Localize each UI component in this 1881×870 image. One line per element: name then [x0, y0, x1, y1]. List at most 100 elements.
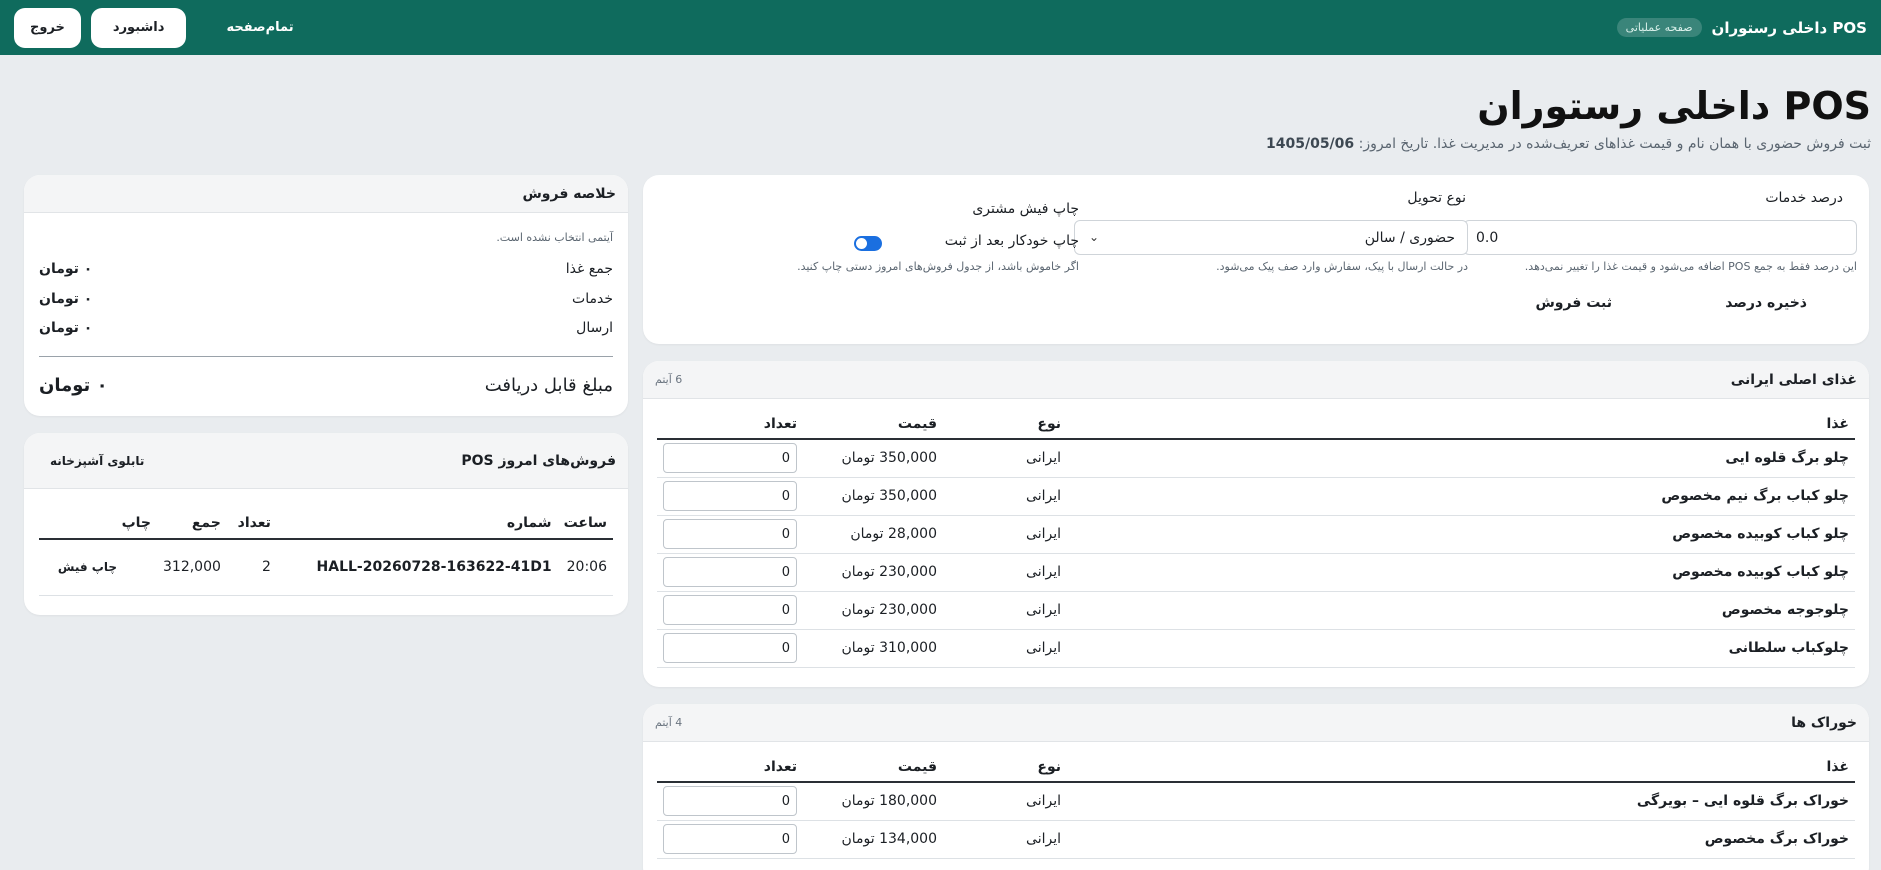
col-food: غذا [1067, 752, 1855, 783]
delivery-type-hint: در حالت ارسال با پیک، سفارش وارد صف پیک … [1216, 260, 1468, 273]
food-type: ایرانی [943, 515, 1067, 554]
page-subtitle: ثبت فروش حضوری با همان نام و قیمت غذاهای… [1266, 136, 1871, 152]
section-count: 4 آیتم [655, 716, 683, 729]
sale-count: 2 [226, 539, 277, 596]
food-total-label: جمع غذا [565, 261, 613, 277]
food-type: ایرانی [943, 553, 1067, 592]
food-type: ایرانی [943, 439, 1067, 478]
food-name: چلوکباب سلطانی [1067, 629, 1855, 668]
food-price: 350,000 تومان [803, 439, 943, 478]
table-row: خوراک برگ مخصوص ایرانی 134,000 تومان [657, 820, 1855, 859]
today-sales-card: فروش‌های امروز POS تابلوی آشپزخانه ساعت … [24, 433, 628, 615]
autoprint-toggle[interactable] [854, 236, 882, 251]
sale-total: 312,000 [157, 539, 227, 596]
table-row: چلو کباب کوبیده مخصوص ایرانی 230,000 توم… [657, 553, 1855, 592]
service-percent-input[interactable] [1463, 220, 1857, 255]
food-type: ایرانی [943, 782, 1067, 821]
col-time: ساعت [557, 507, 613, 540]
quantity-input[interactable] [663, 481, 797, 511]
section-title: غذای اصلی ایرانی [1730, 371, 1857, 388]
table-row: خوراک برگ قلوه ایی – بویرگی ایرانی 180,0… [657, 782, 1855, 821]
col-print: چاپ [39, 507, 157, 540]
col-price: قیمت [803, 409, 943, 440]
food-price: 28,000 تومان [803, 515, 943, 554]
sale-time: 20:06 [557, 539, 613, 596]
section-header: خوراک ها 4 آیتم [643, 704, 1869, 742]
summary-payable: مبلغ قابل دریافت ۰ تومان [39, 375, 613, 396]
summary-header: خلاصه فروش [24, 175, 628, 213]
quantity-input[interactable] [663, 595, 797, 625]
print-receipt-button[interactable]: چاپ فیش [39, 539, 157, 596]
chevron-down-icon: ⌄ [1089, 230, 1100, 244]
col-qty: تعداد [657, 752, 803, 783]
delivery-type-select[interactable]: حضوری / سالن ⌄ [1074, 220, 1468, 255]
section-header: غذای اصلی ایرانی 6 آیتم [643, 361, 1869, 399]
print-receipt-label: چاپ فیش مشتری [972, 201, 1079, 217]
kitchen-board-link[interactable]: تابلوی آشپزخانه [50, 454, 144, 468]
col-qty: تعداد [657, 409, 803, 440]
summary-empty-text: آیتمی انتخاب نشده است. [496, 231, 613, 244]
food-type: ایرانی [943, 477, 1067, 516]
sale-number: HALL-20260728-163622-41D1 [276, 539, 558, 596]
col-price: قیمت [803, 752, 943, 783]
menu-table: غذا نوع قیمت تعداد چلو برگ قلوه ایی ایرا… [657, 409, 1855, 668]
section-title: خوراک ها [1791, 714, 1857, 731]
quantity-input[interactable] [663, 519, 797, 549]
food-type: ایرانی [943, 629, 1067, 668]
food-price: 230,000 تومان [803, 553, 943, 592]
logout-button[interactable]: خروج [14, 7, 81, 48]
table-row: چلوکباب سلطانی ایرانی 310,000 تومان [657, 629, 1855, 668]
summary-title: خلاصه فروش [522, 185, 616, 202]
quantity-input[interactable] [663, 786, 797, 817]
pos-settings-card: درصد خدمات این درصد فقط به جمع POS اضافه… [643, 175, 1869, 344]
food-price: 350,000 تومان [803, 477, 943, 516]
table-row: چلو کباب کوبیده مخصوص ایرانی 28,000 توما… [657, 515, 1855, 554]
food-name: خوراک برگ قلوه ایی – بویرگی [1067, 782, 1855, 821]
table-row: چلوجوجه مخصوص ایرانی 230,000 تومان [657, 591, 1855, 630]
col-type: نوع [943, 409, 1067, 440]
col-type: نوع [943, 752, 1067, 783]
food-name: چلو کباب برگ نیم مخصوص [1067, 477, 1855, 516]
quantity-input[interactable] [663, 633, 797, 663]
food-price: 310,000 تومان [803, 629, 943, 668]
brand: POS داخلی رستوران صفحه عملیاتی [1616, 18, 1867, 37]
save-percent-button[interactable]: ذخیره درصد [1725, 295, 1807, 311]
service-percent-label: درصد خدمات [1765, 190, 1843, 206]
autoprint-label: چاپ خودکار بعد از ثبت [944, 233, 1079, 249]
food-name: خوراک برگ مخصوص [1067, 820, 1855, 859]
food-name: چلو کباب کوبیده مخصوص [1067, 515, 1855, 554]
summary-shipping: ارسال ۰ تومان [39, 320, 613, 336]
top-navbar: POS داخلی رستوران صفحه عملیاتی تمام‌صفحه… [0, 0, 1881, 55]
table-row: چلو کباب برگ نیم مخصوص ایرانی 350,000 تو… [657, 477, 1855, 516]
subtitle-text: ثبت فروش حضوری با همان نام و قیمت غذاهای… [1358, 136, 1871, 152]
service-label: خدمات [572, 291, 613, 307]
menu-section-khorak: خوراک ها 4 آیتم غذا نوع قیمت تعداد خوراک… [643, 704, 1869, 870]
food-name: چلو برگ قلوه ایی [1067, 439, 1855, 478]
shipping-value: ۰ تومان [39, 320, 93, 336]
mode-badge: صفحه عملیاتی [1616, 18, 1702, 37]
table-row: 20:06 HALL-20260728-163622-41D1 2 312,00… [39, 539, 613, 596]
payable-value: ۰ تومان [39, 375, 108, 396]
delivery-type-value: حضوری / سالن [1364, 229, 1455, 246]
payable-label: مبلغ قابل دریافت [484, 375, 613, 396]
brand-title: POS داخلی رستوران [1711, 18, 1867, 37]
dashboard-button[interactable]: داشبورد [90, 7, 187, 48]
service-value: ۰ تومان [39, 291, 93, 307]
quantity-input[interactable] [663, 443, 797, 474]
autoprint-hint: اگر خاموش باشد، از جدول فروش‌های امروز د… [797, 260, 1079, 273]
quantity-input[interactable] [663, 824, 797, 854]
food-type: ایرانی [943, 820, 1067, 859]
fullpage-link[interactable]: تمام‌صفحه [226, 20, 293, 35]
shipping-label: ارسال [576, 320, 613, 336]
col-number: شماره [276, 507, 558, 540]
today-sales-table: ساعت شماره تعداد جمع چاپ 20:06 HALL-2026… [39, 507, 613, 596]
table-row: چلو برگ قلوه ایی ایرانی 350,000 تومان [657, 439, 1855, 478]
sales-summary-card: خلاصه فروش آیتمی انتخاب نشده است. جمع غذ… [24, 175, 628, 416]
food-name: چلو کباب کوبیده مخصوص [1067, 553, 1855, 592]
service-percent-hint: این درصد فقط به جمع POS اضافه می‌شود و ق… [1524, 260, 1857, 273]
quantity-input[interactable] [663, 557, 797, 587]
submit-sale-button[interactable]: ثبت فروش [1535, 295, 1612, 311]
today-sales-title: فروش‌های امروز POS [461, 452, 616, 469]
section-count: 6 آیتم [655, 373, 683, 386]
summary-food-total: جمع غذا ۰ تومان [39, 261, 613, 277]
